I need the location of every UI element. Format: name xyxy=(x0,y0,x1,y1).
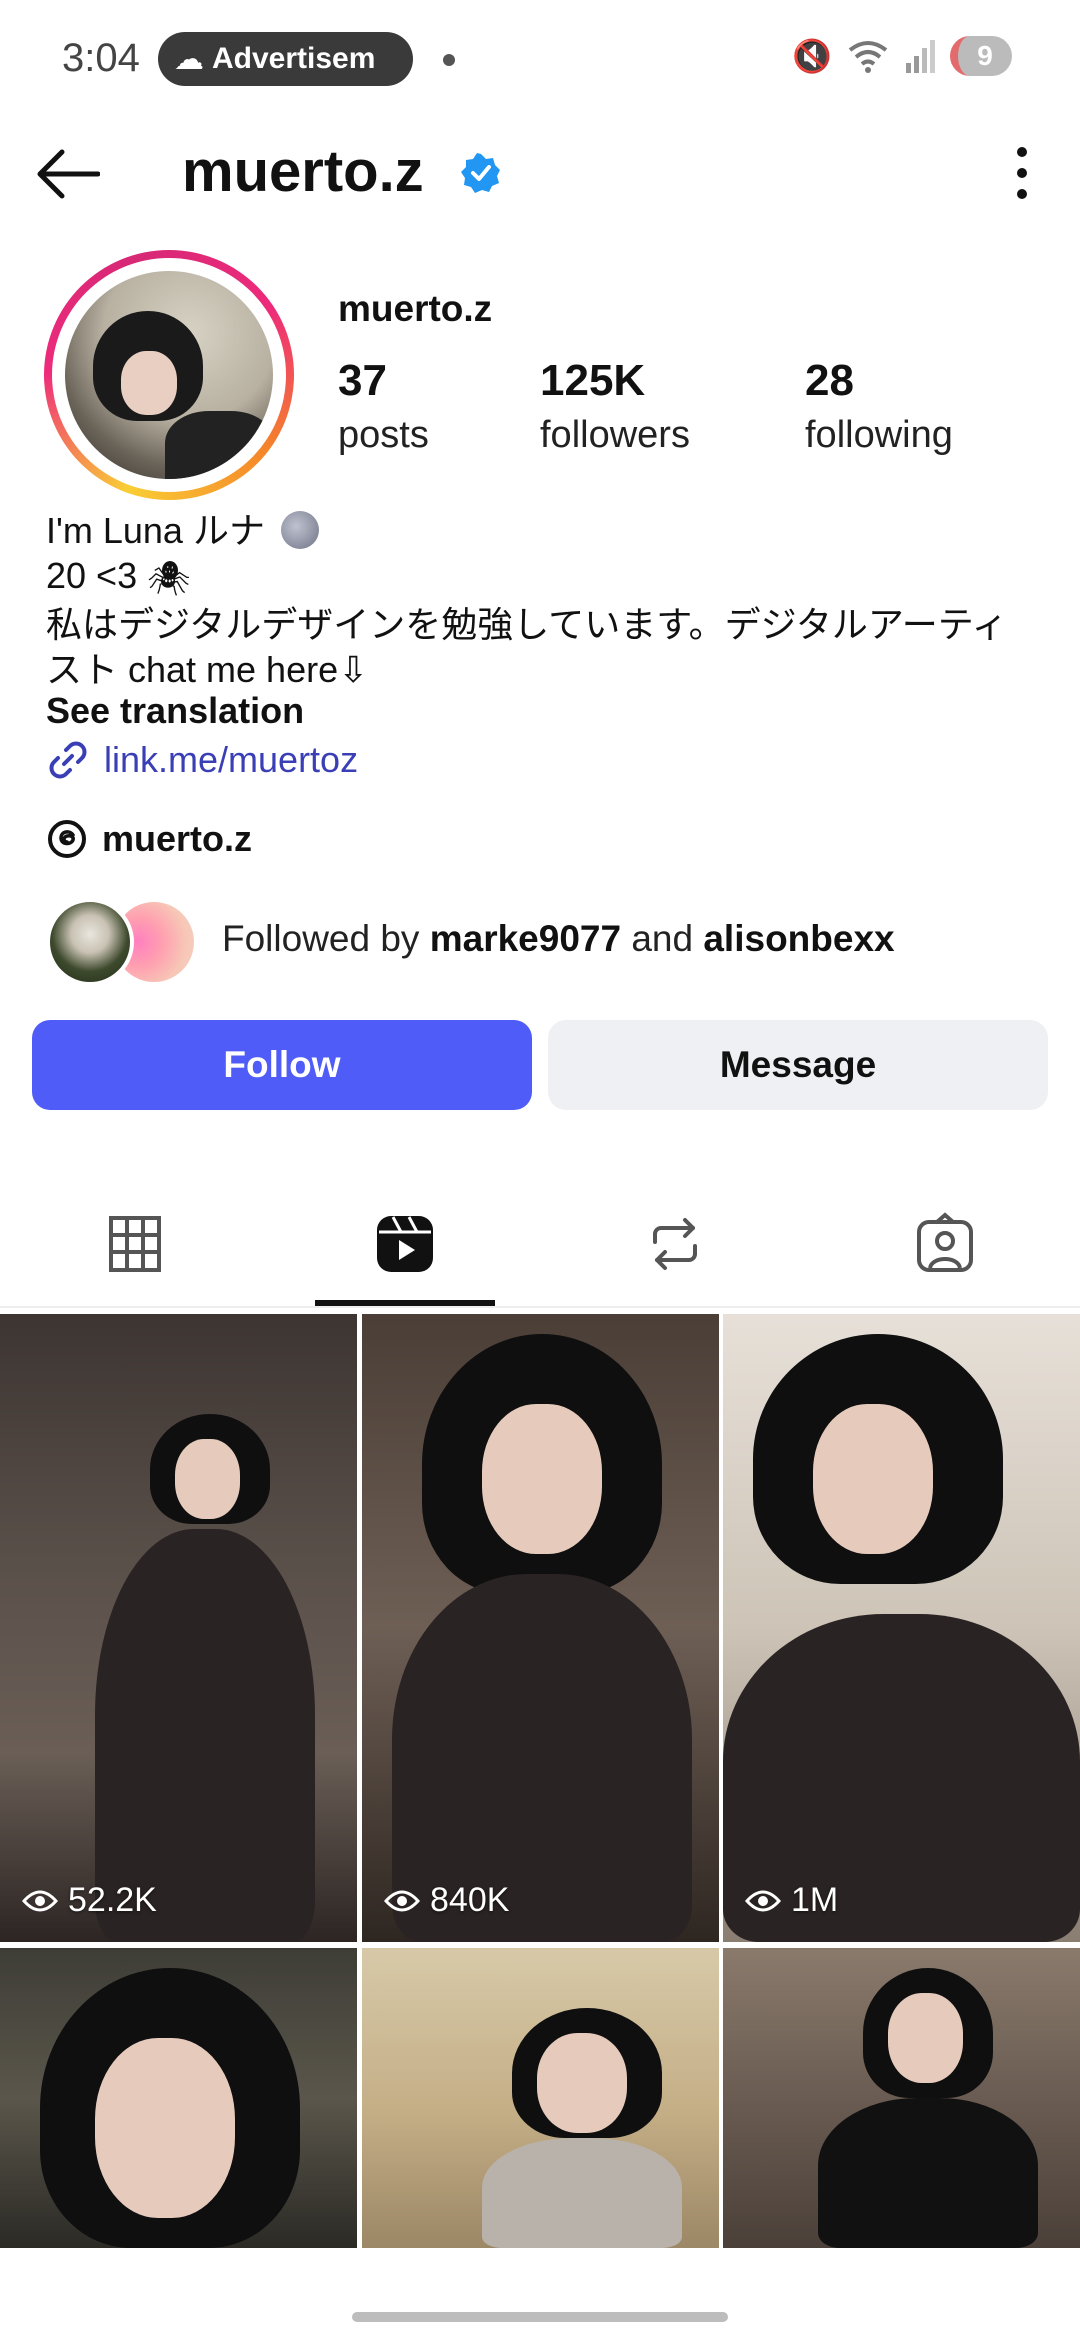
notification-dot-icon xyxy=(443,54,455,66)
profile-username: muerto.z xyxy=(338,288,493,329)
profile-screen: 3:04 ☁ Advertisem 🔇 9 muerto.z muerto.z … xyxy=(0,0,1080,2340)
followed-by[interactable]: Followed by marke9077 and alisonbexx xyxy=(46,896,1046,986)
reel-view-count: 840K xyxy=(430,1881,510,1919)
mute-icon: 🔇 xyxy=(792,38,832,74)
spider-icon: 🕷 xyxy=(147,560,191,598)
bio-line-2-text: 20 <3 xyxy=(46,555,138,596)
battery-icon: 9 xyxy=(950,36,1012,76)
bio-link[interactable]: link.me/muertoz xyxy=(46,738,358,782)
status-icons: 🔇 9 xyxy=(792,36,1012,76)
bio-line-1-text: I'm Luna ルナ xyxy=(46,510,265,551)
followed-by-user-1: marke9077 xyxy=(429,918,622,959)
tab-tagged[interactable] xyxy=(810,1180,1080,1308)
message-button[interactable]: Message xyxy=(548,1020,1048,1110)
avatar-gap xyxy=(52,258,286,492)
eye-icon xyxy=(22,1890,58,1911)
eye-icon xyxy=(384,1890,420,1911)
bio-link-text: link.me/muertoz xyxy=(104,739,359,780)
posts-label: posts xyxy=(338,414,429,456)
followers-count: 125K xyxy=(540,356,646,405)
reel-figure-face xyxy=(482,1404,602,1554)
threads-handle: muerto.z xyxy=(102,818,253,859)
reel-views: 52.2K xyxy=(22,1881,157,1920)
reel-views: 1M xyxy=(745,1881,838,1920)
threads-link[interactable]: muerto.z xyxy=(46,818,252,860)
posts-count: 37 xyxy=(338,356,387,405)
avatar xyxy=(65,271,273,479)
tab-reels[interactable] xyxy=(270,1180,540,1308)
followed-by-prefix: Followed by xyxy=(222,918,430,959)
reel-tile[interactable]: 52.2K xyxy=(0,1314,357,1942)
reel-figure-face xyxy=(95,2038,235,2218)
profile-header: muerto.z xyxy=(0,130,1080,220)
back-arrow-icon[interactable] xyxy=(36,148,100,200)
see-translation-link[interactable]: See translation xyxy=(46,690,304,732)
bio-line-1: I'm Luna ルナ xyxy=(46,508,1046,553)
story-ring[interactable] xyxy=(44,250,294,500)
followers-stat[interactable]: 125K followers xyxy=(540,356,690,457)
reel-figure-body xyxy=(818,2098,1038,2248)
followed-by-text: Followed by marke9077 and alisonbexx xyxy=(222,918,895,960)
reel-figure-face xyxy=(888,1993,963,2083)
reel-tile[interactable]: 1M xyxy=(723,1314,1080,1942)
reel-figure-face xyxy=(813,1404,933,1554)
reel-figure-body xyxy=(482,2138,682,2248)
reel-tile[interactable] xyxy=(723,1948,1080,2248)
follow-button[interactable]: Follow xyxy=(32,1020,532,1110)
bio: I'm Luna ルナ 20 <3 🕷 私はデジタルデザインを勉強しています。デ… xyxy=(46,508,1046,692)
following-count: 28 xyxy=(805,356,854,405)
tagged-person-icon xyxy=(917,1212,973,1272)
followed-by-joiner: and xyxy=(621,918,704,959)
avatar-legs xyxy=(165,411,273,479)
followers-label: followers xyxy=(540,414,690,456)
reel-tile[interactable] xyxy=(0,1948,357,2248)
following-label: following xyxy=(805,414,953,456)
avatar-face xyxy=(121,351,177,415)
tab-posts-grid[interactable] xyxy=(0,1180,270,1308)
bio-line-3: 私はデジタルデザインを勉強しています。デジタルアーティ xyxy=(46,604,1008,645)
reel-view-count: 1M xyxy=(791,1881,839,1919)
battery-level: 9 xyxy=(977,40,993,71)
ad-pill[interactable]: ☁ Advertisem xyxy=(158,32,413,86)
profile-tabs xyxy=(0,1180,1080,1308)
link-icon xyxy=(49,741,87,779)
wifi-icon xyxy=(848,41,888,73)
reel-view-count: 52.2K xyxy=(68,1881,157,1919)
signal-icon xyxy=(906,40,935,73)
follower-avatar-1 xyxy=(46,898,134,986)
moon-face-icon xyxy=(280,511,319,549)
reel-figure-face xyxy=(175,1439,240,1519)
repost-icon xyxy=(653,1218,697,1270)
reel-views: 840K xyxy=(384,1881,509,1920)
cloud-icon: ☁ xyxy=(174,42,204,76)
page-title: muerto.z xyxy=(182,139,424,204)
threads-icon xyxy=(48,820,86,858)
reel-tile[interactable]: 840K xyxy=(362,1314,719,1942)
more-options-icon[interactable] xyxy=(1012,144,1032,202)
status-bar: 3:04 ☁ Advertisem 🔇 9 xyxy=(0,0,1080,120)
active-tab-indicator xyxy=(315,1300,495,1306)
eye-icon xyxy=(745,1890,781,1911)
grid-icon xyxy=(109,1216,161,1272)
verified-badge-icon xyxy=(461,153,500,193)
reel-figure-face xyxy=(537,2033,627,2133)
home-indicator[interactable] xyxy=(352,2312,728,2322)
bio-line-4: スト chat me here⇩ xyxy=(46,649,369,690)
bio-line-2: 20 <3 🕷 xyxy=(46,553,1046,602)
reel-tile[interactable] xyxy=(362,1948,719,2248)
following-stat[interactable]: 28 following xyxy=(805,356,953,457)
reels-icon xyxy=(377,1216,433,1272)
ad-label: Advertisem xyxy=(212,42,376,75)
posts-stat[interactable]: 37 posts xyxy=(338,356,429,457)
status-time: 3:04 xyxy=(62,36,140,80)
followed-by-user-2: alisonbexx xyxy=(703,918,895,959)
tab-reposts[interactable] xyxy=(540,1180,810,1308)
